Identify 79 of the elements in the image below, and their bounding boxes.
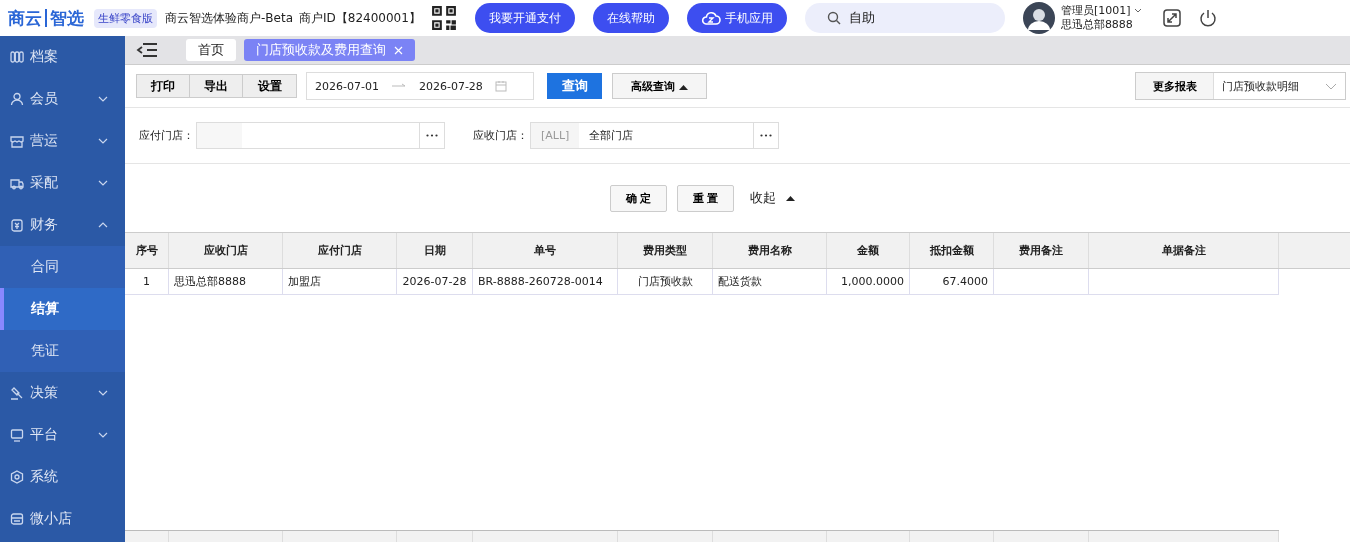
chevron-up-icon bbox=[98, 222, 108, 228]
sidebar-subitem[interactable]: 凭证 bbox=[0, 330, 125, 372]
logo: 商云 智选 bbox=[8, 7, 84, 29]
sidebar-subitem[interactable]: 结算 bbox=[0, 288, 125, 330]
table-cell: BR-8888-260728-0014 bbox=[473, 269, 618, 295]
start-date: 2026-07-01 bbox=[315, 79, 379, 93]
table-cell: 门店预收款 bbox=[618, 269, 713, 295]
qr-code-icon[interactable] bbox=[430, 5, 457, 31]
header-button[interactable]: 手机应用 bbox=[686, 3, 787, 33]
sidebar-item[interactable]: 财务 bbox=[0, 204, 125, 246]
table-cell: 加盟店 bbox=[283, 269, 397, 295]
search-icon bbox=[826, 11, 841, 25]
chevron-down-icon bbox=[98, 96, 108, 102]
query-button[interactable]: 查询 bbox=[547, 73, 602, 99]
store-picker-field[interactable]: [ALL] 全部门店 bbox=[530, 122, 779, 149]
calendar-icon bbox=[494, 80, 507, 92]
merchant-id: 商户ID【82400001】 bbox=[299, 9, 421, 27]
chevron-down-icon bbox=[98, 390, 108, 396]
store-picker-field[interactable] bbox=[196, 122, 445, 149]
store-code: [ALL] bbox=[531, 123, 580, 148]
date-range-field[interactable]: 2026-07-01 2026-07-28 bbox=[306, 72, 534, 100]
filter-label: 应收门店： bbox=[473, 128, 528, 143]
sidebar-item[interactable]: 会员 bbox=[0, 78, 125, 120]
toolbar-button[interactable]: 打印 bbox=[137, 75, 190, 97]
end-date: 2026-07-28 bbox=[418, 79, 483, 93]
sidebar-item[interactable]: 决策 bbox=[0, 372, 125, 414]
column-header[interactable]: 费用类型 bbox=[618, 233, 713, 268]
chevron-down-icon bbox=[98, 138, 108, 144]
arrow-icon bbox=[390, 83, 407, 89]
caret-up-icon[interactable] bbox=[786, 195, 795, 201]
menu-toggle-icon[interactable] bbox=[136, 42, 158, 58]
edition-badge: 生鲜零食版 bbox=[94, 8, 157, 28]
column-header[interactable]: 单据备注 bbox=[1089, 233, 1279, 268]
column-header[interactable]: 应付门店 bbox=[283, 233, 397, 268]
sidebar-item[interactable]: 营运 bbox=[0, 120, 125, 162]
filter-label: 应付门店： bbox=[139, 128, 194, 143]
cloud-icon bbox=[700, 10, 721, 26]
user-role[interactable]: 管理员[1001] bbox=[1060, 4, 1142, 18]
toolbar-button[interactable]: 导出 bbox=[190, 75, 243, 97]
sidebar-item[interactable]: 系统 bbox=[0, 456, 125, 498]
collapse-link[interactable]: 收起 bbox=[750, 189, 776, 207]
chevron-down-icon bbox=[98, 432, 108, 438]
header-button[interactable]: 在线帮助 bbox=[592, 3, 669, 33]
advanced-query-button[interactable]: 高级查询 bbox=[612, 73, 707, 99]
column-header[interactable]: 费用备注 bbox=[994, 233, 1089, 268]
sidebar-item[interactable]: 采配 bbox=[0, 162, 125, 204]
avatar-icon[interactable] bbox=[1022, 2, 1055, 34]
close-icon[interactable] bbox=[394, 45, 403, 55]
sidebar-subitem[interactable]: 合同 bbox=[0, 246, 125, 288]
caret-icon bbox=[1133, 8, 1142, 14]
sidebar-item[interactable]: 档案 bbox=[0, 36, 125, 78]
table-cell: 67.4000 bbox=[910, 269, 994, 295]
table-cell: 配送货款 bbox=[713, 269, 827, 295]
table-cell: 2026-07-28 bbox=[397, 269, 473, 295]
store-value: 全部门店 bbox=[588, 128, 634, 143]
table-cell: 1 bbox=[125, 269, 169, 295]
table-cell: 思迅总部8888 bbox=[169, 269, 283, 295]
reset-button[interactable]: 重 置 bbox=[677, 184, 734, 212]
caret-up-icon bbox=[678, 83, 688, 90]
column-header[interactable]: 抵扣金额 bbox=[910, 233, 994, 268]
confirm-button[interactable]: 确 定 bbox=[610, 184, 667, 212]
sidebar-item[interactable]: 平台 bbox=[0, 414, 125, 456]
toolbar-button[interactable]: 设置 bbox=[243, 75, 296, 97]
chevron-down-icon bbox=[98, 180, 108, 186]
header-button[interactable]: 我要开通支付 bbox=[474, 3, 575, 33]
table-cell: 1,000.0000 bbox=[827, 269, 910, 295]
fullscreen-icon[interactable] bbox=[1162, 9, 1181, 27]
column-header[interactable]: 日期 bbox=[397, 233, 473, 268]
column-header[interactable]: 序号 bbox=[125, 233, 169, 268]
tab[interactable]: 首页 bbox=[186, 39, 236, 61]
column-header[interactable]: 费用名称 bbox=[713, 233, 827, 268]
power-icon[interactable] bbox=[1198, 9, 1217, 27]
column-header[interactable]: 应收门店 bbox=[169, 233, 283, 268]
merchant-name: 商云智选体验商户-Beta bbox=[165, 9, 293, 27]
user-store: 思迅总部8888 bbox=[1060, 18, 1134, 32]
column-header[interactable]: 单号 bbox=[473, 233, 618, 268]
column-header[interactable]: 金额 bbox=[827, 233, 910, 268]
search-field[interactable]: 自助 bbox=[804, 3, 1005, 33]
sidebar-item[interactable]: 微小店 bbox=[0, 498, 125, 540]
